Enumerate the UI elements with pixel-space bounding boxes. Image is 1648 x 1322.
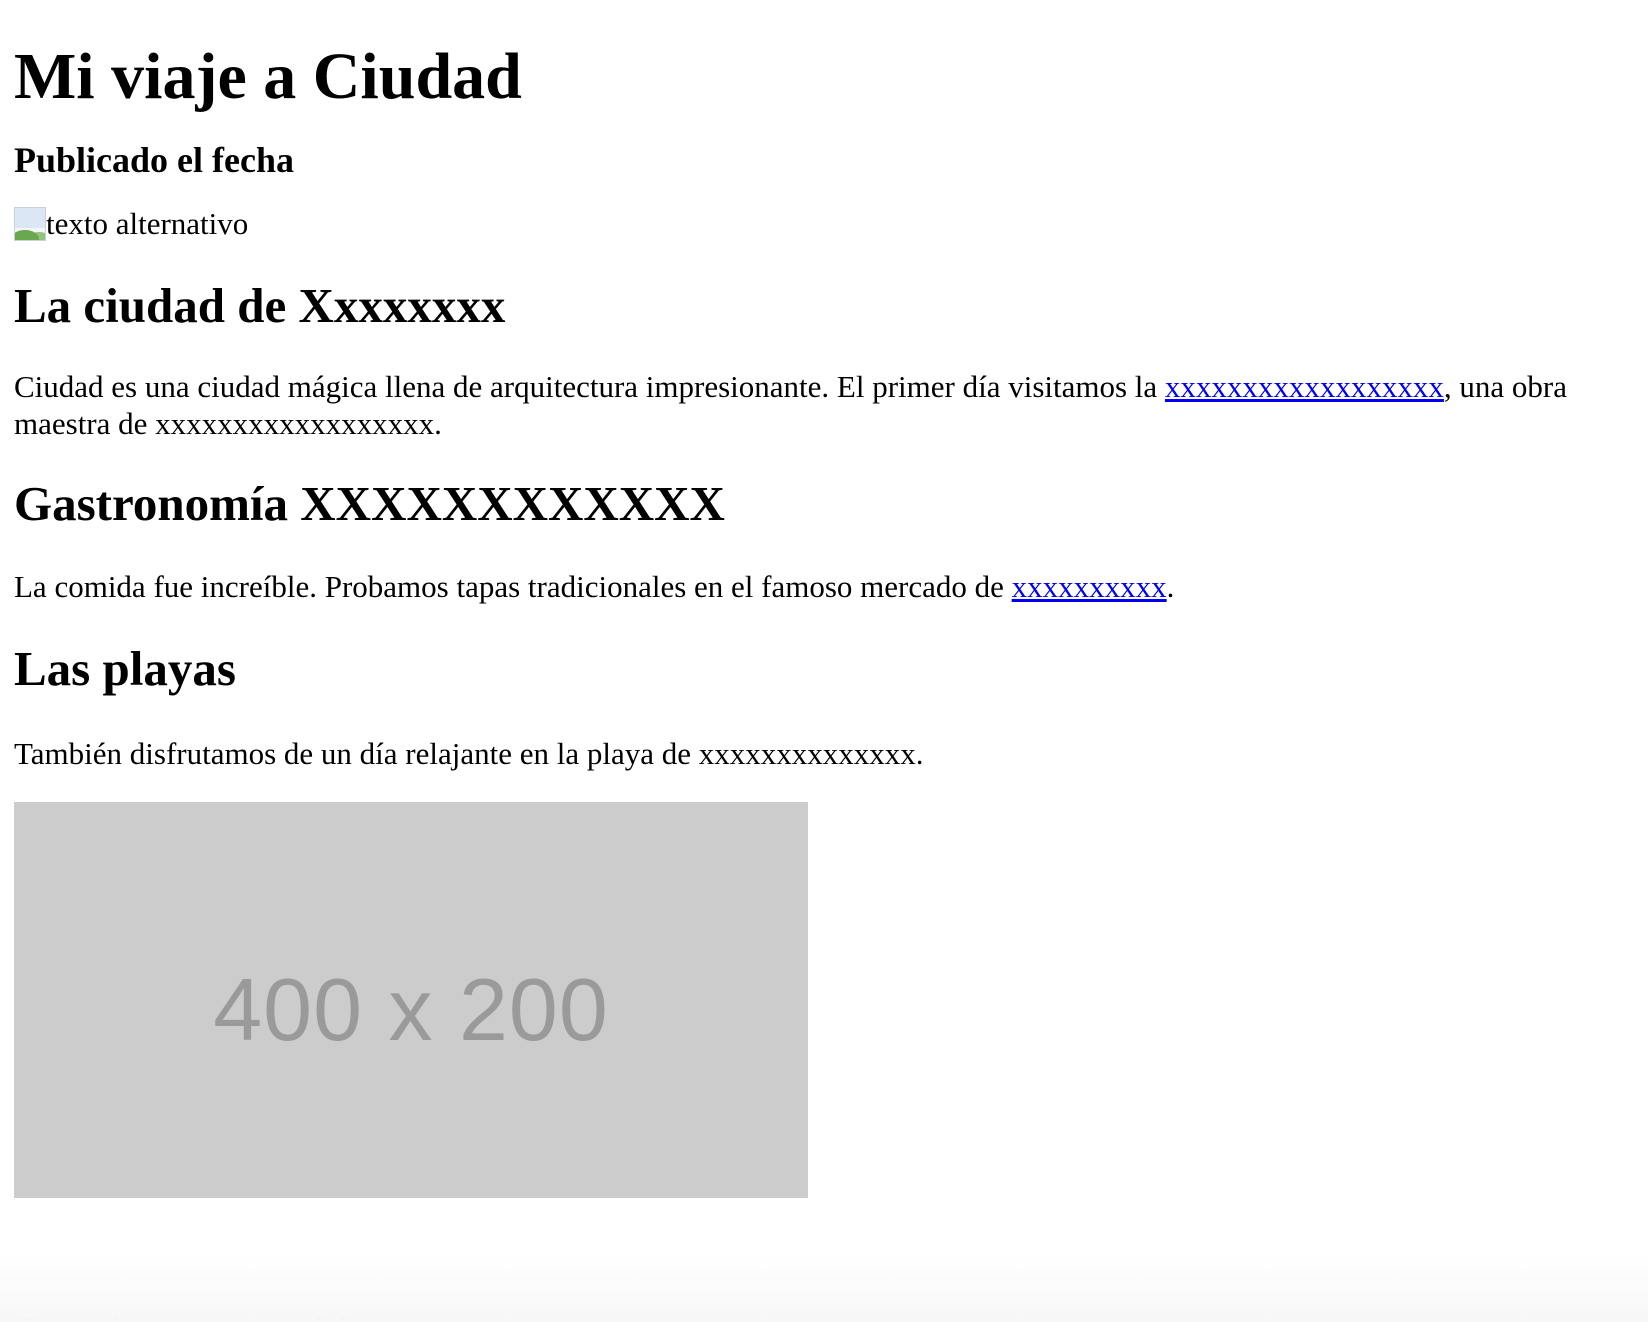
city-landmark-link[interactable]: xxxxxxxxxxxxxxxxxx <box>1165 369 1444 404</box>
section-city-paragraph: Ciudad es una ciudad mágica llena de arq… <box>14 368 1634 442</box>
section-food-text-end: . <box>1166 569 1175 604</box>
section-food-heading: Gastronomía XXXXXXXXXXXX <box>14 476 725 531</box>
broken-image-icon <box>14 207 46 241</box>
page-title: Mi viaje a Ciudad <box>14 40 522 113</box>
market-link[interactable]: xxxxxxxxxx <box>1012 569 1167 604</box>
section-food-text-start: La comida fue increíble. Probamos tapas … <box>14 569 1012 604</box>
section-beaches-paragraph: También disfrutamos de un día relajante … <box>14 736 924 771</box>
section-beaches-heading: Las playas <box>14 641 236 696</box>
section-food-paragraph: La comida fue increíble. Probamos tapas … <box>14 568 1634 605</box>
hero-image: texto alternativo <box>14 204 1634 244</box>
placeholder-dimensions-label: 400 x 200 <box>213 960 609 1059</box>
beach-image-placeholder: 400 x 200 <box>14 802 808 1198</box>
section-city-text-start: Ciudad es una ciudad mágica llena de arq… <box>14 369 1165 404</box>
section-other-heading: Otros lugares que visitar <box>14 1288 394 1322</box>
article-page: Mi viaje a Ciudad Publicado el fecha tex… <box>0 0 1648 1198</box>
hero-image-alt-text: texto alternativo <box>46 206 249 241</box>
published-date: Publicado el fecha <box>14 140 294 180</box>
section-city-heading: La ciudad de Xxxxxxxx <box>14 278 506 333</box>
